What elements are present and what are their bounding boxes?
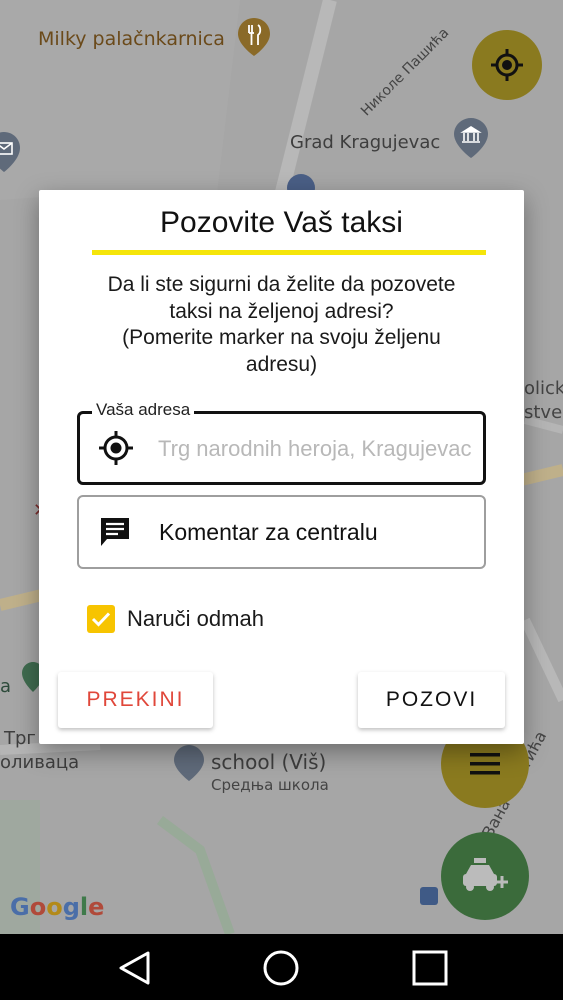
restaurant-icon <box>238 18 270 60</box>
location-target-icon <box>98 430 134 466</box>
my-location-button[interactable] <box>472 30 542 100</box>
crosshair-icon <box>491 49 523 81</box>
order-now-label: Naruči odmah <box>127 606 264 631</box>
call-taxi-dialog: Pozovite Vaš taksi Da li ste sigurni da … <box>39 190 524 744</box>
comment-icon <box>97 514 133 550</box>
city-hall-icon <box>454 118 488 162</box>
recents-button[interactable] <box>408 946 452 990</box>
title-underline <box>92 250 486 255</box>
map-label-policki: olicki <box>524 378 563 399</box>
message-line-1: Da li ste sigurni da želite da pozovete <box>107 273 456 296</box>
comment-label: Komentar za centralu <box>159 519 378 545</box>
home-button[interactable] <box>259 946 303 990</box>
cancel-button[interactable]: PREKINI <box>58 672 213 728</box>
school-icon <box>174 745 204 785</box>
dialog-message: Da li ste sigurni da želite da pozovete … <box>69 272 494 378</box>
message-line-4: adresu) <box>245 352 318 376</box>
map-label-olivaca: оливаца <box>0 752 80 773</box>
mail-icon <box>0 132 20 176</box>
order-now-row[interactable]: Naruči odmah <box>87 603 264 635</box>
bus-stop-icon <box>420 887 438 905</box>
message-line-3: (Pomerite marker na svoju željenu <box>122 326 441 349</box>
checkmark-icon <box>91 612 111 627</box>
dialog-title: Pozovite Vaš taksi <box>160 206 403 239</box>
map-label-trg: Трг <box>4 728 36 749</box>
address-input[interactable] <box>158 432 473 466</box>
hamburger-menu-icon <box>470 753 500 775</box>
message-line-2: taksi na željenoj adresi? <box>169 299 394 323</box>
map-label-stver: stver <box>524 402 563 423</box>
address-field[interactable]: Vaša adresa <box>77 400 486 485</box>
back-button[interactable] <box>112 946 156 990</box>
map-label-milky: Milky palačnkarnica <box>38 28 225 50</box>
order-now-checkbox[interactable] <box>87 605 115 633</box>
comment-field[interactable]: Komentar za centralu <box>77 495 486 569</box>
back-triangle-icon <box>119 951 150 985</box>
google-logo: Google <box>10 893 105 921</box>
call-button[interactable]: POZOVI <box>358 672 505 728</box>
map-label-school: school (Viš) <box>211 750 327 774</box>
add-taxi-button[interactable] <box>441 832 529 920</box>
map-label-grad: Grad Kragujevac <box>290 132 441 153</box>
add-taxi-icon <box>463 858 508 891</box>
system-navigation-bar <box>0 934 563 1000</box>
recents-square-icon <box>412 950 448 986</box>
map-label-srednja: Средња школа <box>211 776 329 794</box>
map-label-da: a <box>0 676 12 697</box>
address-legend: Vaša adresa <box>92 400 195 420</box>
home-circle-icon <box>263 950 299 986</box>
